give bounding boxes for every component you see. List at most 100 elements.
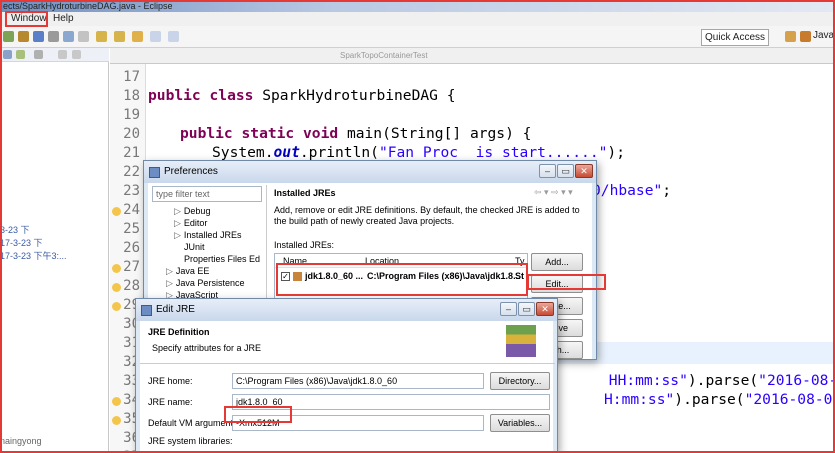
page-title: Installed JREs (274, 188, 336, 198)
tree-item-java-ee[interactable]: ▷ Java EE (166, 266, 209, 277)
warning-marker-icon[interactable] (112, 416, 121, 425)
jre-name-input[interactable]: jdk1.8.0_60 (232, 394, 550, 410)
line-number: 26 (123, 240, 140, 256)
tree-item-date[interactable]: 17-3-23 下午3:... (0, 249, 67, 262)
annotation-icon[interactable] (78, 31, 89, 42)
run-icon[interactable] (3, 31, 14, 42)
warning-marker-icon[interactable] (112, 207, 121, 216)
editor-tab[interactable]: SparkTopoContainerTest (340, 51, 428, 60)
minimize-button[interactable]: – (539, 164, 556, 178)
warning-marker-icon[interactable] (112, 264, 121, 273)
line-number: 22 (123, 164, 140, 180)
code-line-34-tail: HH:mm:ss").parse("2016-08-0 (600, 372, 835, 389)
editor-tab-bar: SparkTopoContainerTest (110, 48, 835, 64)
system-libraries-label: JRE system libraries: (148, 436, 233, 446)
tree-item-properties-files[interactable]: Properties Files Ed (184, 254, 260, 264)
line-number: 17 (123, 69, 140, 85)
edit-jre-dialog: Edit JRE – ▭ ✕ JRE Definition Specify at… (135, 298, 558, 453)
new-class-icon[interactable] (33, 31, 44, 42)
window-title-bar: ects/SparkHydroturbineDAG.java - Eclipse (0, 0, 835, 12)
jres-list-label: Installed JREs: (274, 240, 335, 250)
preferences-icon (149, 167, 160, 178)
edit-jre-icon (141, 305, 152, 316)
code-line-23-tail: 0/hbase"; (592, 182, 672, 199)
package-icon[interactable] (18, 31, 29, 42)
next-annotation-icon[interactable] (96, 31, 107, 42)
maximize-icon[interactable] (72, 50, 81, 59)
jre-row-name: jdk1.8.0_60 ... (305, 271, 364, 281)
collapse-all-icon[interactable] (3, 50, 12, 59)
nav-arrows-icon[interactable]: ⇦ ▾ ⇨ ▾ ▾ (534, 187, 573, 198)
back-icon[interactable] (150, 31, 161, 42)
warning-marker-icon[interactable] (112, 397, 121, 406)
maximize-button[interactable]: ▭ (557, 164, 574, 178)
table-row[interactable]: ✓ jdk1.8.0_60 ... C:\Program Files (x86)… (277, 270, 525, 284)
jre-home-label: JRE home: (148, 376, 193, 386)
warning-marker-icon[interactable] (112, 283, 121, 292)
search-icon[interactable] (63, 31, 74, 42)
tree-item-date[interactable]: 17-3-23 下 (0, 236, 43, 249)
jre-library-icon (293, 272, 302, 281)
jre-row-type: St (515, 271, 524, 281)
forward-icon[interactable] (168, 31, 179, 42)
directory-button[interactable]: Directory... (490, 372, 550, 390)
open-perspective-icon[interactable] (785, 31, 796, 42)
code-line-18: public class SparkHydroturbineDAG { (148, 87, 456, 104)
minimize-icon[interactable] (58, 50, 67, 59)
tree-item-editor[interactable]: ▷ Editor (174, 218, 207, 229)
package-explorer-toolbar (0, 48, 109, 62)
menu-help[interactable]: Help (50, 12, 77, 26)
java-perspective-label[interactable]: Java (813, 30, 834, 41)
warning-marker-icon[interactable] (112, 302, 121, 311)
package-explorer: 3-23 下 17-3-23 下 17-3-23 下午3:... naingyo… (0, 48, 109, 453)
jre-home-input[interactable]: C:\Program Files (x86)\Java\jdk1.8.0_60 (232, 373, 484, 389)
menu-bar: Window Help (0, 12, 835, 26)
filter-input[interactable]: type filter text (152, 186, 262, 202)
preferences-title: Preferences (164, 166, 218, 177)
line-number: 18 (123, 88, 140, 104)
jre-checkbox[interactable]: ✓ (281, 272, 290, 281)
tree-item-installed-jres[interactable]: ▷ Installed JREs (174, 230, 241, 241)
tree-item-debug[interactable]: ▷ Debug (174, 206, 210, 217)
col-type[interactable]: Ty (515, 256, 525, 266)
java-perspective-icon[interactable] (800, 31, 811, 42)
col-location[interactable]: Location (365, 256, 399, 266)
table-header-divider (275, 267, 527, 268)
jre-name-label: JRE name: (148, 397, 193, 407)
books-icon (506, 325, 536, 357)
open-type-icon[interactable] (48, 31, 59, 42)
edit-jre-body: JRE Definition Specify attributes for a … (140, 321, 555, 452)
preferences-title-bar: Preferences – ▭ ✕ (144, 161, 596, 183)
jre-definition-subtitle: Specify attributes for a JRE (152, 343, 262, 353)
menu-window[interactable]: Window (8, 12, 50, 26)
edit-jre-title-bar: Edit JRE – ▭ ✕ (136, 299, 557, 321)
vm-args-input[interactable]: -Xmx512M (232, 415, 484, 431)
line-number: 19 (123, 107, 140, 123)
variables-button[interactable]: Variables... (490, 414, 550, 432)
line-number: 21 (123, 145, 140, 161)
tree-item-bottom[interactable]: naingyong (0, 436, 42, 446)
line-number: 20 (123, 126, 140, 142)
quick-access-input[interactable]: Quick Access (701, 29, 769, 46)
col-name[interactable]: Name (283, 256, 307, 266)
close-button[interactable]: ✕ (536, 302, 554, 316)
edit-jre-title: Edit JRE (156, 304, 195, 315)
maximize-button[interactable]: ▭ (518, 302, 535, 316)
vm-args-label: Default VM arguments: (148, 418, 241, 428)
edit-button[interactable]: Edit... (531, 275, 583, 293)
link-editor-icon[interactable] (16, 50, 25, 59)
close-button[interactable]: ✕ (575, 164, 593, 178)
view-menu-icon[interactable] (34, 50, 43, 59)
jre-definition-heading: JRE Definition (148, 327, 210, 337)
main-toolbar: Quick Access Java (0, 26, 835, 48)
add-button[interactable]: Add... (531, 253, 583, 271)
minimize-button[interactable]: – (500, 302, 517, 316)
last-edit-icon[interactable] (132, 31, 143, 42)
tree-item-java-persistence[interactable]: ▷ Java Persistence (166, 278, 244, 289)
header-divider (140, 363, 555, 364)
tree-item-junit[interactable]: JUnit (184, 242, 205, 252)
jre-row-location: C:\Program Files (x86)\Java\jdk1.8... (367, 271, 521, 281)
code-line-20: public static void main(String[] args) { (180, 125, 532, 142)
prev-annotation-icon[interactable] (114, 31, 125, 42)
tree-item-date[interactable]: 3-23 下 (0, 223, 30, 236)
